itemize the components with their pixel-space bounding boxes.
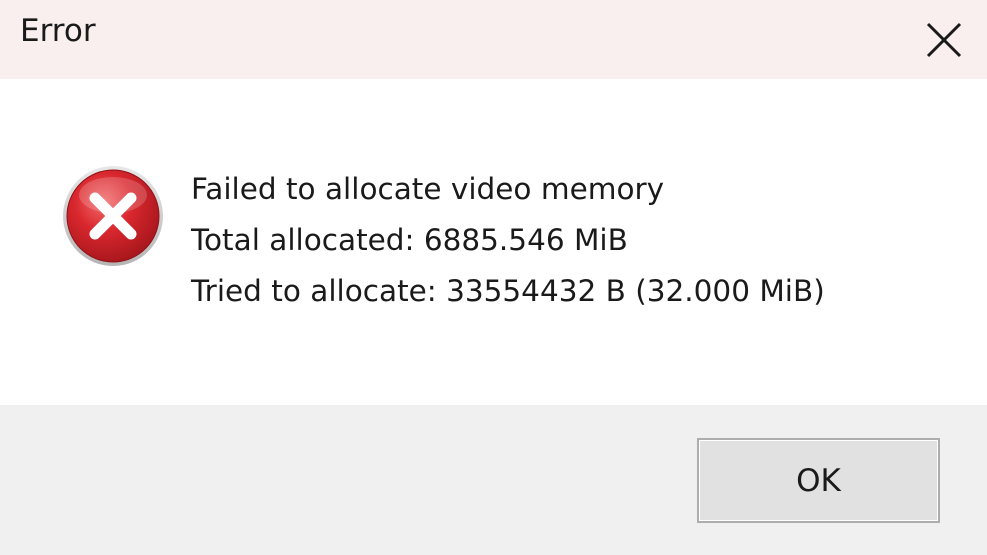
window-title: Error: [20, 13, 96, 49]
dialog-content: Failed to allocate video memory Total al…: [0, 79, 987, 405]
ok-button[interactable]: OK: [697, 438, 940, 523]
dialog-footer: OK: [0, 405, 987, 555]
message-line-2: Total allocated: 6885.546 MiB: [191, 223, 628, 257]
error-icon: [63, 166, 163, 266]
ok-button-label: OK: [796, 462, 841, 499]
message-line-3: Tried to allocate: 33554432 B (32.000 Mi…: [191, 274, 825, 308]
message-line-1: Failed to allocate video memory: [191, 172, 665, 206]
error-message: Failed to allocate video memory Total al…: [191, 172, 825, 325]
error-dialog: Error Failed to allocate video memory To…: [0, 0, 987, 555]
title-bar[interactable]: Error: [0, 0, 987, 79]
close-icon: [926, 22, 961, 57]
close-button[interactable]: [900, 0, 987, 79]
